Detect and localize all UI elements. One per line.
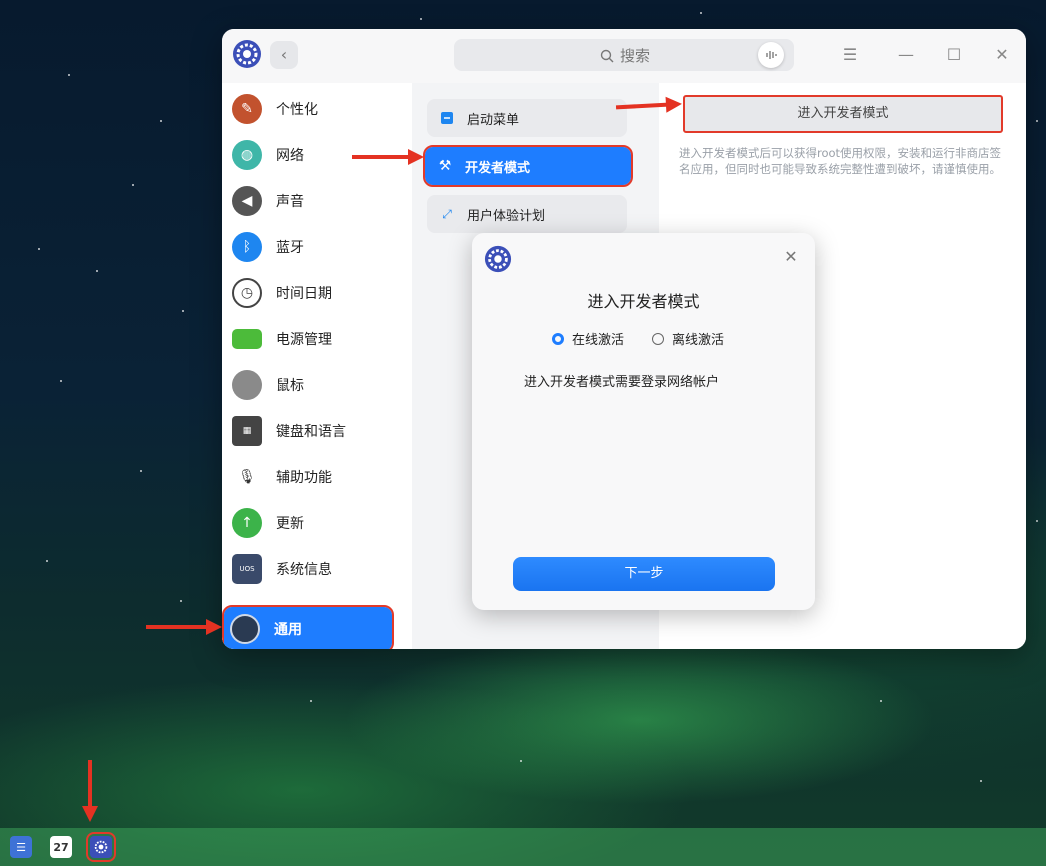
sidebar-item-update[interactable]: ↑ 更新	[226, 501, 392, 545]
sidebar-item-mouse[interactable]: 鼠标	[226, 363, 392, 407]
update-icon: ↑	[232, 508, 262, 538]
launcher-icon[interactable]: ☰	[10, 836, 32, 858]
sidebar-item-bluetooth[interactable]: ᛒ 蓝牙	[226, 225, 392, 269]
sidebar-item-label: 系统信息	[276, 562, 332, 578]
radio-label: 在线激活	[572, 333, 625, 348]
sidebar-item-power[interactable]: 电源管理	[226, 317, 392, 361]
dialog-message: 进入开发者模式需要登录网络帐户	[524, 375, 720, 390]
voice-search-button[interactable]	[758, 42, 784, 68]
sidebar-item-keyboard[interactable]: ▦ 键盘和语言	[226, 409, 392, 453]
sidebar-item-label: 网络	[276, 148, 304, 164]
sidebar-item-label: 更新	[276, 516, 304, 532]
microphone-icon: 🎙	[232, 462, 262, 492]
submenu-item-label: 开发者模式	[465, 160, 531, 176]
system-info-icon: UOS	[232, 554, 262, 584]
next-button[interactable]: 下一步	[513, 557, 775, 591]
dialog-close-button[interactable]: ✕	[781, 247, 801, 267]
sidebar-item-general[interactable]: 通用	[222, 605, 394, 649]
activation-options: 在线激活 离线激活	[552, 329, 724, 348]
submenu-item-developer-mode[interactable]: ⚒ 开发者模式	[423, 145, 633, 187]
keyboard-icon: ▦	[232, 416, 262, 446]
search-input[interactable]: 搜索	[454, 39, 794, 71]
battery-icon	[232, 329, 262, 349]
developer-mode-dialog: ✕ 进入开发者模式 在线激活 离线激活 进入开发者模式需要登录网络帐户 下一步	[472, 233, 815, 610]
general-icon	[230, 614, 260, 644]
sidebar-item-label: 鼠标	[276, 378, 304, 394]
close-button[interactable]: ✕	[990, 43, 1014, 67]
sidebar-item-sound[interactable]: ◀ 声音	[226, 179, 392, 223]
developer-mode-description: 进入开发者模式后可以获得root使用权限，安装和运行非商店签名应用，但同时也可能…	[679, 146, 1002, 176]
sidebar-item-label: 声音	[276, 194, 304, 210]
settings-app-icon	[484, 245, 512, 273]
sidebar-item-accessibility[interactable]: 🎙 辅助功能	[226, 455, 392, 499]
back-button[interactable]: ‹	[270, 41, 298, 69]
menu-button[interactable]: ☰	[838, 43, 862, 67]
sidebar-item-label: 蓝牙	[276, 240, 304, 256]
offline-activation-radio[interactable]: 离线激活	[652, 329, 724, 348]
dialog-title: 进入开发者模式	[587, 292, 700, 311]
sidebar-item-label: 个性化	[276, 102, 318, 118]
sidebar-item-label: 电源管理	[276, 332, 332, 348]
search-placeholder: 搜索	[620, 47, 651, 65]
gear-icon	[94, 840, 108, 854]
bluetooth-icon: ᛒ	[232, 232, 262, 262]
search-icon	[600, 49, 614, 62]
tools-icon: ⚒	[438, 158, 452, 174]
sidebar-item-system-info[interactable]: UOS 系统信息	[226, 547, 392, 591]
radio-label: 离线激活	[672, 333, 725, 348]
minimize-button[interactable]: —	[894, 43, 918, 67]
enter-developer-mode-button[interactable]: 进入开发者模式	[683, 95, 1003, 133]
calendar-icon[interactable]: 27	[50, 836, 72, 858]
sidebar-item-label: 键盘和语言	[276, 424, 346, 440]
submenu-item-label: 启动菜单	[467, 112, 520, 128]
radio-unselected-icon	[652, 332, 665, 345]
settings-app-icon	[233, 40, 261, 68]
sidebar-item-personalization[interactable]: ✎ 个性化	[226, 87, 392, 131]
submenu-item-boot-menu[interactable]: 启动菜单	[427, 99, 627, 137]
taskbar-dock: ☰ 27	[0, 828, 1046, 866]
sidebar-item-label: 通用	[274, 622, 302, 638]
online-activation-radio[interactable]: 在线激活	[552, 329, 624, 348]
mouse-icon	[232, 370, 262, 400]
personalization-icon: ✎	[232, 94, 262, 124]
clock-icon: ◷	[232, 278, 262, 308]
boot-menu-icon	[439, 110, 455, 126]
annotation-arrow-developer-mode	[352, 149, 424, 165]
network-icon: ◍	[232, 140, 262, 170]
sidebar-item-datetime[interactable]: ◷ 时间日期	[226, 271, 392, 315]
sidebar-item-label: 辅助功能	[276, 470, 332, 486]
sidebar: ✎ 个性化 ◍ 网络 ◀ 声音 ᛒ 蓝牙 ◷ 时间日期 电源管理 鼠标 ▦ 键盘…	[222, 83, 412, 649]
annotation-arrow-dock	[82, 760, 98, 822]
sound-icon: ◀	[232, 186, 262, 216]
submenu-item-label: 用户体验计划	[467, 208, 546, 224]
control-center-icon[interactable]	[86, 832, 116, 862]
calendar-day: 27	[53, 840, 69, 854]
radio-selected-icon	[552, 332, 564, 345]
maximize-button[interactable]: ☐	[942, 43, 966, 67]
sidebar-item-label: 时间日期	[276, 286, 332, 302]
annotation-arrow-general	[146, 619, 222, 635]
voice-wave-icon	[766, 51, 777, 59]
submenu-item-user-experience[interactable]: ⤢ 用户体验计划	[427, 195, 627, 233]
titlebar: ‹ 搜索 ☰ — ☐ ✕	[222, 29, 1026, 83]
chart-trend-icon: ⤢	[442, 206, 452, 221]
